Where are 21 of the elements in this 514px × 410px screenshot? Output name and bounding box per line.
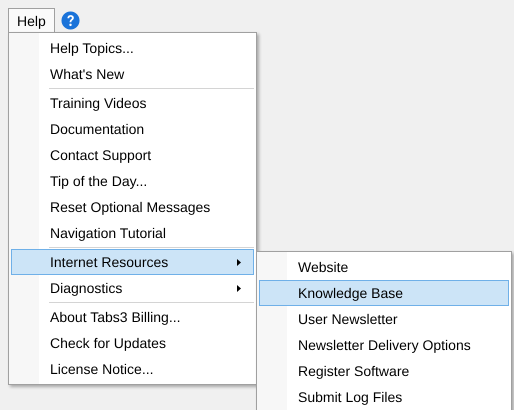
menu-item[interactable]: Newsletter Delivery Options xyxy=(259,332,509,358)
menu-item[interactable]: Training Videos xyxy=(11,90,254,116)
menu-item[interactable]: Documentation xyxy=(11,116,254,142)
menu-bar-item[interactable]: Help xyxy=(8,8,55,32)
menu-item[interactable]: Tip of the Day... xyxy=(11,168,254,194)
menu-item[interactable]: Contact Support xyxy=(11,142,254,168)
menu-item[interactable]: Submit Log Files xyxy=(259,384,509,410)
menu-item[interactable]: License Notice... xyxy=(11,356,254,382)
menu-item[interactable]: What's New xyxy=(11,61,254,87)
menu-item[interactable]: Website xyxy=(259,254,509,280)
menu-item[interactable]: Internet Resources xyxy=(11,249,254,275)
menu-item[interactable]: Diagnostics xyxy=(11,275,254,301)
menu-item[interactable]: Register Software xyxy=(259,358,509,384)
menu-item[interactable]: Help Topics... xyxy=(11,35,254,61)
menu-item[interactable]: Navigation Tutorial xyxy=(11,220,254,246)
menu-item[interactable]: About Tabs3 Billing... xyxy=(11,304,254,330)
menu-item[interactable]: User Newsletter xyxy=(259,306,509,332)
help-icon[interactable] xyxy=(60,10,80,30)
menu-item[interactable]: Check for Updates xyxy=(11,330,254,356)
menu-item[interactable]: Reset Optional Messages xyxy=(11,194,254,220)
menu-item[interactable]: Knowledge Base xyxy=(259,280,509,306)
